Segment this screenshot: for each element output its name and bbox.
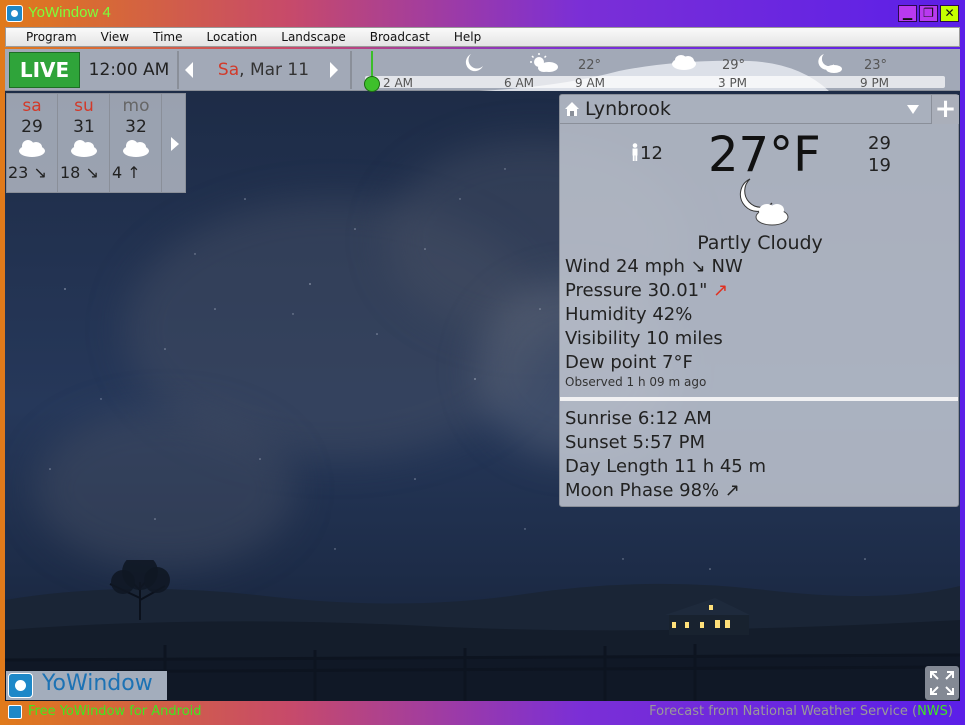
android-link[interactable]: Free YoWindow for Android — [28, 704, 202, 719]
prev-day-icon[interactable] — [185, 62, 193, 78]
yowindow-logo-text: YoWindow — [42, 671, 153, 696]
app-icon — [6, 5, 23, 22]
cloud-icon — [59, 137, 109, 163]
menu-program[interactable]: Program — [14, 30, 89, 44]
feels-like-value: 12 — [640, 143, 663, 164]
chevron-down-icon[interactable] — [907, 105, 919, 114]
sunrise-line: Sunrise 6:12 AM — [565, 408, 712, 429]
timeline-label: 2 AM — [383, 76, 414, 90]
moon-cloud-icon — [739, 178, 789, 226]
home-icon — [565, 102, 579, 116]
forecast-day-name: sa — [22, 96, 42, 116]
forecast-day-name: su — [74, 96, 94, 116]
forecast-day[interactable]: mo 32 4 ↑ — [111, 94, 162, 192]
observed-time: Observed 1 h 09 m ago — [565, 375, 707, 389]
person-icon — [632, 143, 638, 161]
menu-location[interactable]: Location — [195, 30, 270, 44]
yowindow-logo[interactable]: YoWindow — [6, 671, 167, 700]
forecast-credit: Forecast from National Weather Service (… — [649, 704, 953, 719]
divider — [177, 51, 179, 89]
menu-view[interactable]: View — [89, 30, 141, 44]
today-low: 19 — [868, 155, 891, 176]
window-controls: ▁ ❐ ✕ — [898, 5, 959, 22]
menu-landscape[interactable]: Landscape — [269, 30, 357, 44]
android-link-icon[interactable] — [8, 705, 22, 719]
moon-icon — [465, 54, 483, 72]
current-conditions-panel: Lynbrook + 12 27°F 29 19 Partly Cloudy W… — [559, 94, 959, 507]
forecast-high: 31 — [73, 117, 95, 137]
forecast-low: 23 ↘ — [8, 163, 47, 182]
sun-cloud-icon — [530, 53, 558, 72]
feels-like: 12 — [630, 143, 663, 164]
menu-help[interactable]: Help — [442, 30, 493, 44]
forecast-high: 32 — [125, 117, 147, 137]
timeline-label: 6 AM — [504, 76, 535, 90]
timeline-label: 9 AM — [575, 76, 606, 90]
add-location-button[interactable]: + — [931, 95, 959, 124]
condition-text: Partly Cloudy — [697, 232, 823, 254]
expand-icon — [930, 671, 954, 695]
forecast-next-icon[interactable] — [171, 137, 179, 151]
timeline-label: 9 PM — [860, 76, 890, 90]
timeline-track[interactable] — [365, 76, 945, 88]
timeline-temp: 22° — [578, 58, 602, 73]
timeline-temp: 29° — [722, 58, 746, 73]
dew-point-line: Dew point 7°F — [565, 352, 693, 373]
window-title: YoWindow 4 — [28, 4, 111, 21]
timeline-label: 3 PM — [718, 76, 748, 90]
forecast-day-name: mo — [122, 96, 150, 116]
day-length-line: Day Length 11 h 45 m — [565, 456, 766, 477]
forecast-high: 29 — [21, 117, 43, 137]
humidity-line: Humidity 42% — [565, 304, 693, 325]
cloud-icon — [111, 137, 161, 163]
menu-time[interactable]: Time — [141, 30, 194, 44]
yowindow-logo-icon — [8, 673, 33, 698]
timeline[interactable]: 2 AM 6 AM 9 AM 3 PM 9 PM 22° 29° 23° — [359, 49, 959, 92]
moon-phase-line: Moon Phase 98% ↗ — [565, 480, 740, 501]
menu-broadcast[interactable]: Broadcast — [358, 30, 442, 44]
pressure-value: Pressure 30.01" — [565, 280, 708, 301]
today-high: 29 — [868, 133, 891, 154]
next-day-icon[interactable] — [330, 62, 338, 78]
panel-divider — [560, 397, 958, 401]
forecast-low: 18 ↘ — [60, 163, 99, 182]
forecast-day[interactable]: sa 29 23 ↘ — [7, 94, 58, 192]
forecast-credit-end: ) — [947, 704, 953, 719]
cloud-icon — [7, 137, 57, 163]
current-time[interactable]: 12:00 AM — [83, 52, 175, 88]
timeline-temp: 23° — [864, 58, 888, 73]
time-marker-handle[interactable] — [364, 76, 380, 92]
wind-line: Wind 24 mph ↘ NW — [565, 256, 743, 277]
current-temperature: 27°F — [708, 127, 821, 183]
high-low: 29 19 — [868, 133, 891, 177]
forecast-credit-text: Forecast from National Weather Service ( — [649, 704, 918, 719]
current-date[interactable]: Sa, Mar 11 — [201, 52, 326, 88]
pressure-trend-icon: ↗ — [713, 280, 729, 301]
location-name: Lynbrook — [585, 98, 671, 120]
minimize-button[interactable]: ▁ — [898, 5, 917, 22]
visibility-line: Visibility 10 miles — [565, 328, 723, 349]
time-bar: LIVE 12:00 AM Sa, Mar 11 2 AM 6 AM 9 AM … — [5, 49, 960, 92]
moon-cloud-icon — [818, 54, 842, 73]
location-selector[interactable]: Lynbrook — [560, 95, 931, 124]
forecast-low: 4 ↑ — [112, 163, 141, 182]
app-window: YoWindow 4 ▁ ❐ ✕ Program View Time Locat… — [0, 0, 965, 725]
date-rest: , Mar 11 — [239, 60, 310, 80]
menu-bar: Program View Time Location Landscape Bro… — [5, 27, 960, 47]
nws-link[interactable]: NWS — [917, 704, 948, 719]
close-button[interactable]: ✕ — [940, 5, 959, 22]
cloud-icon — [672, 55, 696, 70]
forecast-day[interactable]: su 31 18 ↘ — [59, 94, 110, 192]
divider — [350, 51, 352, 89]
fullscreen-button[interactable] — [925, 666, 959, 700]
date-day: Sa — [217, 60, 240, 80]
sunset-line: Sunset 5:57 PM — [565, 432, 706, 453]
title-bar[interactable]: YoWindow 4 ▁ ❐ ✕ — [0, 0, 965, 26]
maximize-button[interactable]: ❐ — [919, 5, 938, 22]
forecast-strip: sa 29 23 ↘ su 31 18 ↘ mo 32 4 ↑ — [6, 93, 186, 193]
live-button[interactable]: LIVE — [9, 52, 80, 88]
pressure-line: Pressure 30.01" ↗ — [565, 280, 728, 301]
